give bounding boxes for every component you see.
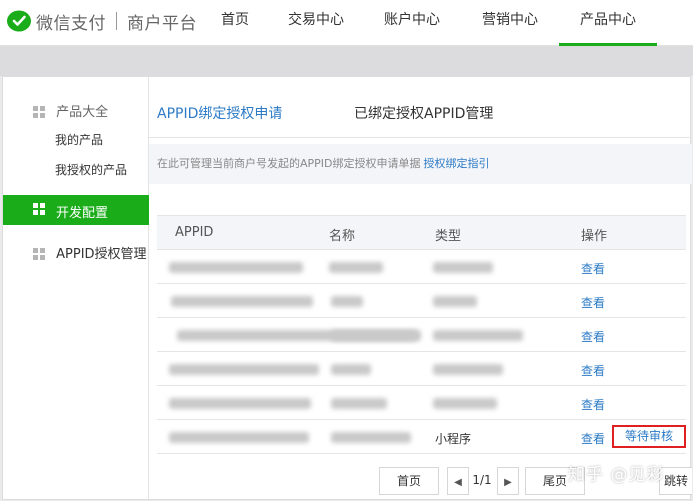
table-row: 查看: [157, 318, 686, 352]
nav-account-center[interactable]: 账户中心: [378, 0, 446, 46]
view-link[interactable]: 查看: [581, 362, 605, 379]
sidebar-item-label: 开发配置: [56, 206, 109, 221]
wechat-pay-logo-icon: [7, 10, 31, 32]
nav-marketing-center[interactable]: 营销中心: [476, 0, 544, 46]
redacted-appid: [169, 262, 303, 273]
first-page-button[interactable]: 首页: [379, 467, 439, 495]
redacted-type: [433, 330, 523, 341]
content-area: APPID绑定授权申请 已绑定授权APPID管理 在此可管理当前商户号发起的AP…: [149, 77, 692, 501]
brand-name: 微信支付: [36, 13, 106, 34]
product-grid-icon: [33, 106, 46, 119]
nav-product-center[interactable]: 产品中心: [559, 0, 657, 46]
sidebar-item-my-products[interactable]: 我的产品: [55, 131, 103, 148]
header-gap: [0, 46, 693, 76]
platform-name: 商户平台: [127, 13, 197, 34]
chevron-left-icon: ◀: [454, 477, 462, 488]
redacted-name: [331, 432, 411, 443]
sidebar-item-dev-config[interactable]: 开发配置: [3, 195, 149, 225]
view-link[interactable]: 查看: [581, 260, 605, 277]
header-type: 类型: [435, 229, 462, 244]
tab-bound-appid-management[interactable]: 已绑定授权APPID管理: [354, 103, 493, 123]
redacted-appid: [169, 398, 311, 409]
header-appid: APPID: [175, 225, 214, 240]
appid-table: APPID 名称 类型 操作 查看 查看 查看 查看 查看 小程序 查看 等待审…: [157, 215, 686, 454]
sidebar-item-authorized-products[interactable]: 我授权的产品: [55, 161, 127, 178]
nav-trade-center[interactable]: 交易中心: [282, 0, 350, 46]
view-link[interactable]: 查看: [581, 396, 605, 413]
table-header: APPID 名称 类型 操作: [157, 216, 686, 250]
redacted-name: [331, 330, 421, 341]
nav-home[interactable]: 首页: [210, 0, 260, 46]
redacted-name: [331, 398, 387, 409]
view-link[interactable]: 查看: [581, 294, 605, 311]
brand-divider: [116, 12, 117, 30]
dev-config-grid-icon: [33, 203, 46, 216]
brand-logo[interactable]: 微信支付 商户平台: [6, 8, 197, 34]
redacted-type: [433, 296, 477, 307]
sidebar-item-appid-auth[interactable]: APPID授权管理: [33, 243, 147, 262]
table-row: 小程序 查看 等待审核: [157, 420, 686, 454]
redacted-appid: [169, 364, 319, 375]
watermark: 知乎 @见彩: [568, 465, 665, 485]
header-action: 操作: [581, 229, 608, 244]
pending-review-status[interactable]: 等待审核: [612, 425, 686, 448]
table-row: 查看: [157, 250, 686, 284]
redacted-type: [433, 398, 497, 409]
hint-banner: 在此可管理当前商户号发起的APPID绑定授权申请单据 授权绑定指引: [149, 144, 692, 184]
sidebar: 产品大全 我的产品 我授权的产品 开发配置 APPID授权管理: [3, 77, 149, 501]
redacted-name: [331, 364, 371, 375]
sidebar-group-label: 产品大全: [56, 105, 109, 120]
table-row: 查看: [157, 386, 686, 420]
type-value: 小程序: [435, 432, 472, 446]
redacted-type: [433, 364, 503, 375]
view-link[interactable]: 查看: [581, 430, 605, 447]
redacted-appid: [171, 296, 313, 307]
redacted-name: [329, 262, 383, 273]
tab-appid-bind-request[interactable]: APPID绑定授权申请: [157, 103, 282, 123]
top-bar: 微信支付 商户平台 首页 交易中心 账户中心 营销中心 产品中心: [0, 0, 693, 46]
redacted-type: [433, 262, 493, 273]
next-page-button[interactable]: ▶: [497, 467, 519, 495]
page-indicator: 1/1: [472, 473, 492, 487]
redacted-name: [331, 296, 363, 307]
sidebar-group-products[interactable]: 产品大全: [33, 101, 108, 120]
view-link[interactable]: 查看: [581, 328, 605, 345]
tab-divider: [149, 137, 692, 138]
appid-grid-icon: [33, 248, 46, 261]
auth-guide-link[interactable]: 授权绑定指引: [424, 157, 490, 170]
redacted-appid: [169, 432, 309, 443]
header-name: 名称: [329, 229, 356, 244]
prev-page-button[interactable]: ◀: [447, 467, 469, 495]
table-row: 查看: [157, 284, 686, 318]
chevron-right-icon: ▶: [504, 477, 512, 488]
main-panel: 产品大全 我的产品 我授权的产品 开发配置 APPID授权管理 APPID绑定授…: [2, 76, 692, 501]
table-row: 查看: [157, 352, 686, 386]
sidebar-item-label: APPID授权管理: [56, 247, 147, 262]
hint-text: 在此可管理当前商户号发起的APPID绑定授权申请单据: [157, 157, 421, 170]
